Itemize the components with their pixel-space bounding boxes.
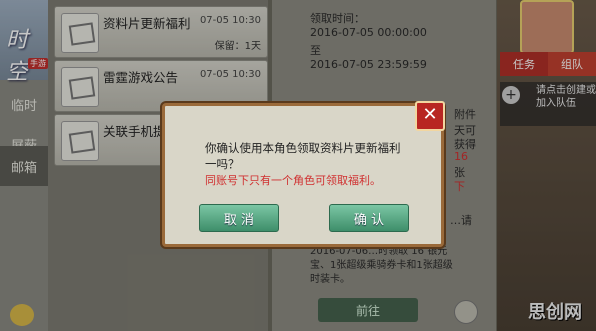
dialog-message: 你确认使用本角色领取资料片更新福利一吗？ bbox=[205, 141, 401, 171]
close-icon[interactable]: ✕ bbox=[415, 101, 445, 131]
cancel-button[interactable]: 取 消 bbox=[199, 204, 279, 232]
confirm-button[interactable]: 确 认 bbox=[329, 204, 409, 232]
confirm-dialog: ✕ 你确认使用本角色领取资料片更新福利一吗？ 同账号下只有一个角色可领取福利。 … bbox=[162, 101, 445, 247]
dialog-warning: 同账号下只有一个角色可领取福利。 bbox=[205, 174, 381, 187]
